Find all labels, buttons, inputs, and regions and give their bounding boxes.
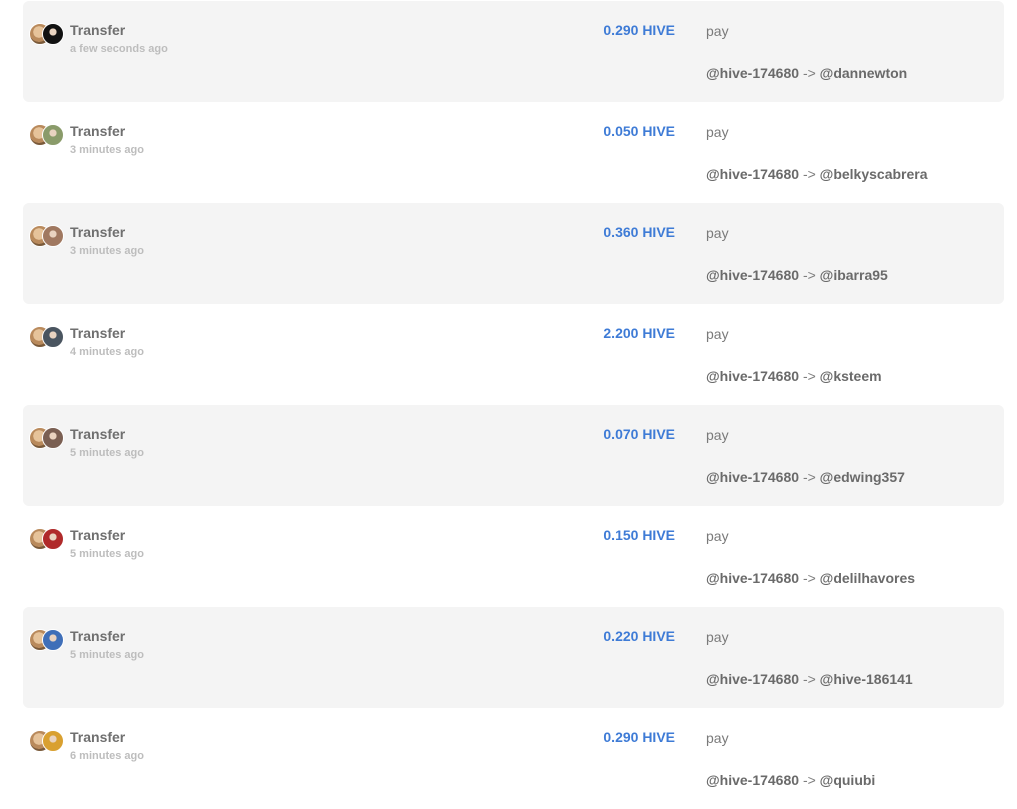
from-account-link[interactable]: @hive-174680	[706, 671, 799, 687]
avatar-pair	[29, 629, 65, 651]
transaction-row: Transfer 3 minutes ago 0.050 HIVE pay @h…	[23, 102, 1004, 203]
operation-type: Transfer	[70, 123, 126, 139]
transfer-memo: pay	[706, 427, 729, 443]
operation-type: Transfer	[70, 628, 126, 644]
transfer-accounts: @hive-174680 -> @quiubi	[706, 772, 875, 788]
avatar-to[interactable]	[42, 23, 64, 45]
transfer-accounts: @hive-174680 -> @ibarra95	[706, 267, 888, 283]
avatar-pair	[29, 225, 65, 247]
transaction-row: Transfer 3 minutes ago 0.360 HIVE pay @h…	[23, 203, 1004, 304]
avatar-pair	[29, 730, 65, 752]
from-account-link[interactable]: @hive-174680	[706, 368, 799, 384]
operation-type: Transfer	[70, 426, 126, 442]
operation-type: Transfer	[70, 729, 126, 745]
avatar-pair	[29, 23, 65, 45]
transfer-arrow: ->	[802, 570, 816, 586]
to-account-link[interactable]: @hive-186141	[820, 671, 913, 687]
operation-time[interactable]: 5 minutes ago	[70, 649, 144, 661]
operation-time[interactable]: 5 minutes ago	[70, 447, 144, 459]
transfer-memo: pay	[706, 225, 729, 241]
transfer-accounts: @hive-174680 -> @belkyscabrera	[706, 166, 928, 182]
from-account-link[interactable]: @hive-174680	[706, 570, 799, 586]
transfer-arrow: ->	[802, 267, 816, 283]
operation-time[interactable]: a few seconds ago	[70, 43, 168, 55]
transaction-row: Transfer 5 minutes ago 0.070 HIVE pay @h…	[23, 405, 1004, 506]
transaction-row: Transfer 5 minutes ago 0.220 HIVE pay @h…	[23, 607, 1004, 708]
operation-type: Transfer	[70, 325, 126, 341]
transfer-arrow: ->	[802, 469, 816, 485]
operation-time[interactable]: 5 minutes ago	[70, 548, 144, 560]
from-account-link[interactable]: @hive-174680	[706, 772, 799, 788]
transfer-arrow: ->	[802, 65, 816, 81]
transfer-memo: pay	[706, 124, 729, 140]
avatar-to[interactable]	[42, 326, 64, 348]
from-account-link[interactable]: @hive-174680	[706, 469, 799, 485]
transfer-amount: 2.200 HIVE	[603, 325, 675, 341]
avatar-to[interactable]	[42, 225, 64, 247]
transaction-row: Transfer a few seconds ago 0.290 HIVE pa…	[23, 1, 1004, 102]
to-account-link[interactable]: @belkyscabrera	[820, 166, 928, 182]
operation-type: Transfer	[70, 527, 126, 543]
transfer-memo: pay	[706, 730, 729, 746]
to-account-link[interactable]: @ksteem	[820, 368, 882, 384]
to-account-link[interactable]: @edwing357	[820, 469, 905, 485]
transfer-memo: pay	[706, 629, 729, 645]
transaction-list: Transfer a few seconds ago 0.290 HIVE pa…	[23, 1, 1004, 809]
transfer-accounts: @hive-174680 -> @dannewton	[706, 65, 907, 81]
operation-time[interactable]: 6 minutes ago	[70, 750, 144, 762]
avatar-to[interactable]	[42, 528, 64, 550]
avatar-to[interactable]	[42, 629, 64, 651]
operation-type: Transfer	[70, 22, 126, 38]
transfer-amount: 0.150 HIVE	[603, 527, 675, 543]
to-account-link[interactable]: @dannewton	[820, 65, 908, 81]
avatar-to[interactable]	[42, 124, 64, 146]
transfer-arrow: ->	[802, 772, 816, 788]
avatar-pair	[29, 427, 65, 449]
transfer-memo: pay	[706, 528, 729, 544]
transfer-arrow: ->	[802, 368, 816, 384]
transfer-accounts: @hive-174680 -> @delilhavores	[706, 570, 915, 586]
transfer-memo: pay	[706, 23, 729, 39]
to-account-link[interactable]: @ibarra95	[820, 267, 888, 283]
avatar-pair	[29, 326, 65, 348]
transfer-accounts: @hive-174680 -> @hive-186141	[706, 671, 913, 687]
to-account-link[interactable]: @delilhavores	[820, 570, 915, 586]
avatar-to[interactable]	[42, 730, 64, 752]
transfer-amount: 0.220 HIVE	[603, 628, 675, 644]
transfer-arrow: ->	[802, 166, 816, 182]
operation-time[interactable]: 3 minutes ago	[70, 245, 144, 257]
transaction-row: Transfer 5 minutes ago 0.150 HIVE pay @h…	[23, 506, 1004, 607]
transfer-accounts: @hive-174680 -> @edwing357	[706, 469, 905, 485]
transfer-amount: 0.360 HIVE	[603, 224, 675, 240]
transaction-row: Transfer 4 minutes ago 2.200 HIVE pay @h…	[23, 304, 1004, 405]
operation-time[interactable]: 3 minutes ago	[70, 144, 144, 156]
operation-type: Transfer	[70, 224, 126, 240]
from-account-link[interactable]: @hive-174680	[706, 267, 799, 283]
transfer-memo: pay	[706, 326, 729, 342]
avatar-pair	[29, 124, 65, 146]
transfer-amount: 0.290 HIVE	[603, 22, 675, 38]
from-account-link[interactable]: @hive-174680	[706, 65, 799, 81]
operation-time[interactable]: 4 minutes ago	[70, 346, 144, 358]
avatar-to[interactable]	[42, 427, 64, 449]
transfer-amount: 0.290 HIVE	[603, 729, 675, 745]
transfer-amount: 0.050 HIVE	[603, 123, 675, 139]
from-account-link[interactable]: @hive-174680	[706, 166, 799, 182]
transfer-arrow: ->	[802, 671, 816, 687]
transaction-row: Transfer 6 minutes ago 0.290 HIVE pay @h…	[23, 708, 1004, 809]
transfer-accounts: @hive-174680 -> @ksteem	[706, 368, 882, 384]
transfer-amount: 0.070 HIVE	[603, 426, 675, 442]
avatar-pair	[29, 528, 65, 550]
to-account-link[interactable]: @quiubi	[820, 772, 876, 788]
